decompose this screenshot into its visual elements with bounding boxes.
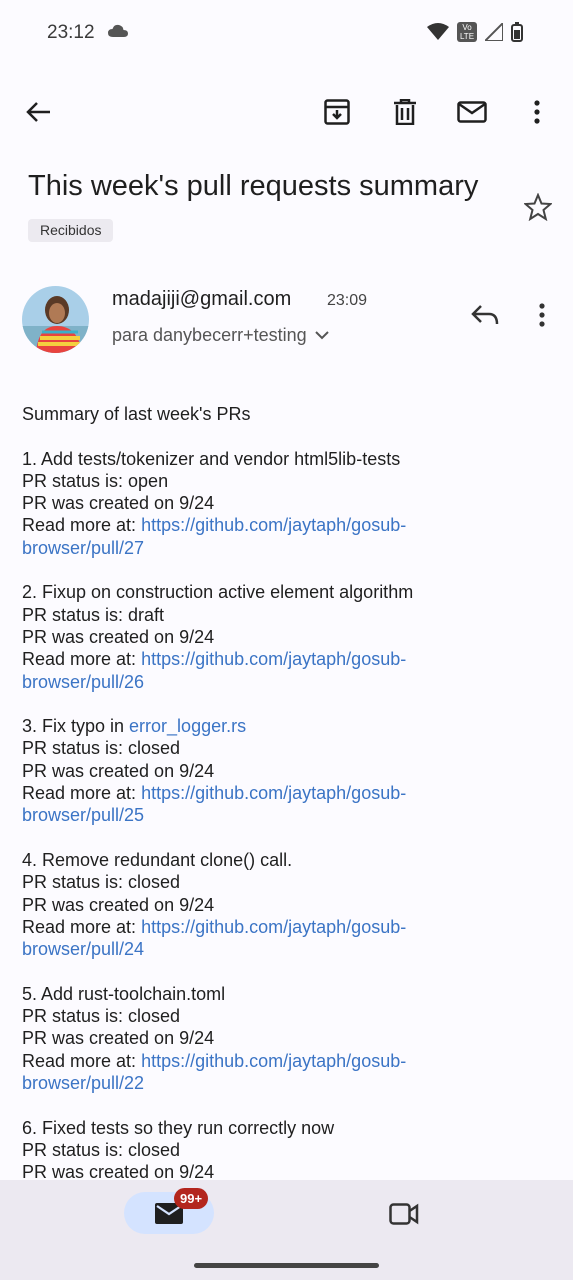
pr-item: 1. Add tests/tokenizer and vendor html5l… (22, 448, 542, 559)
pr-created: PR was created on 9/24 (22, 760, 215, 781)
pr-item: 2. Fixup on construction active element … (22, 581, 542, 692)
reply-button[interactable] (466, 296, 504, 334)
status-icons: Vo LTE (427, 22, 523, 42)
message-more-button[interactable] (526, 296, 558, 334)
avatar-photo (22, 286, 89, 353)
pr-status: PR status is: closed (22, 1139, 181, 1160)
pr-link-continued[interactable]: browser/pull/25 (22, 805, 144, 825)
pr-title: 3. Fix typo in error_logger.rs (22, 715, 542, 737)
cloud-icon (108, 24, 128, 37)
body-intro: Summary of last week's PRs (22, 404, 251, 424)
pr-link-continued[interactable]: browser/pull/27 (22, 538, 144, 558)
tab-meet[interactable] (384, 1196, 424, 1232)
pr-link-continued[interactable]: browser/pull/22 (22, 1073, 144, 1093)
file-link[interactable]: error_logger.rs (129, 716, 246, 736)
star-button[interactable] (522, 192, 554, 226)
pr-status: PR status is: closed (22, 738, 181, 759)
email-time: 23:09 (327, 292, 368, 309)
pr-status: PR status is: draft (22, 604, 165, 625)
recipient-text: para danybecerr+testing (112, 325, 307, 345)
reply-icon (471, 305, 499, 325)
pr-item: 4. Remove redundant clone() call. PR sta… (22, 849, 542, 960)
pr-title: 5. Add rust-toolchain.toml (22, 983, 226, 1004)
pr-link-continued[interactable]: browser/pull/24 (22, 939, 144, 959)
pr-read-more: Read more at: https://github.com/jaytaph… (22, 916, 542, 938)
email-subject: This week's pull requests summary (28, 170, 479, 202)
wifi-icon (427, 23, 449, 40)
pr-created: PR was created on 9/24 (22, 1028, 215, 1049)
archive-button[interactable] (317, 92, 357, 132)
pr-item: 3. Fix typo in error_logger.rs PR status… (22, 715, 542, 826)
read-more-label: Read more at: (22, 916, 142, 937)
sender-avatar[interactable] (22, 286, 89, 353)
volte-icon: Vo LTE (457, 22, 477, 42)
pr-title-text: 3. Fix typo in (22, 716, 130, 737)
battery-icon (511, 22, 523, 42)
trash-icon (394, 99, 416, 125)
more-options-button[interactable] (517, 92, 557, 132)
mark-unread-button[interactable] (452, 92, 492, 132)
sender-email[interactable]: madajiji@gmail.com (112, 288, 291, 311)
pr-title: 2. Fixup on construction active element … (22, 582, 414, 603)
mail-icon (457, 101, 487, 123)
pr-created: PR was created on 9/24 (22, 626, 215, 647)
pr-title: 1. Add tests/tokenizer and vendor html5l… (22, 448, 401, 469)
archive-icon (324, 99, 350, 125)
recipient-details-toggle[interactable]: para danybecerr+testing (112, 325, 329, 346)
status-bar: 23:12 Vo LTE (0, 0, 573, 68)
pr-item: 5. Add rust-toolchain.toml PR status is:… (22, 983, 542, 1094)
pr-link[interactable]: https://github.com/jaytaph/gosub- (141, 1051, 406, 1071)
email-body: Summary of last week's PRs 1. Add tests/… (22, 403, 542, 1206)
gesture-navigation-bar[interactable] (194, 1263, 379, 1268)
star-icon (522, 192, 554, 222)
pr-title: 4. Remove redundant clone() call. (22, 849, 293, 870)
pr-status: PR status is: open (22, 470, 169, 491)
read-more-label: Read more at: (22, 1050, 142, 1071)
pr-read-more: Read more at: https://github.com/jaytaph… (22, 782, 542, 804)
pr-read-more: Read more at: https://github.com/jaytaph… (22, 514, 542, 536)
pr-title: 6. Fixed tests so they run correctly now (22, 1117, 335, 1138)
pr-read-more: Read more at: https://github.com/jaytaph… (22, 648, 542, 670)
inbox-label-chip[interactable]: Recibidos (28, 219, 114, 242)
pr-read-more: Read more at: https://github.com/jaytaph… (22, 1050, 542, 1072)
status-time: 23:12 (47, 22, 95, 43)
pr-created: PR was created on 9/24 (22, 894, 215, 915)
top-toolbar (0, 84, 573, 140)
arrow-back-icon (26, 102, 50, 122)
video-camera-icon (389, 1203, 419, 1225)
pr-link[interactable]: https://github.com/jaytaph/gosub- (141, 649, 406, 669)
bottom-navigation: 99+ (0, 1180, 573, 1280)
pr-created: PR was created on 9/24 (22, 493, 215, 514)
read-more-label: Read more at: (22, 783, 142, 804)
back-button[interactable] (18, 92, 58, 132)
more-vert-icon (534, 100, 540, 124)
chevron-down-icon (314, 331, 329, 340)
unread-count-badge: 99+ (174, 1188, 209, 1209)
pr-status: PR status is: closed (22, 1006, 181, 1027)
pr-item: 6. Fixed tests so they run correctly now… (22, 1117, 542, 1184)
read-more-label: Read more at: (22, 649, 142, 670)
signal-icon (485, 23, 503, 41)
pr-link[interactable]: https://github.com/jaytaph/gosub- (141, 515, 406, 535)
pr-link[interactable]: https://github.com/jaytaph/gosub- (141, 783, 406, 803)
pr-link-continued[interactable]: browser/pull/26 (22, 672, 144, 692)
read-more-label: Read more at: (22, 515, 142, 536)
pr-link[interactable]: https://github.com/jaytaph/gosub- (141, 917, 406, 937)
pr-status: PR status is: closed (22, 872, 181, 893)
more-vert-icon (539, 303, 545, 327)
delete-button[interactable] (385, 92, 425, 132)
